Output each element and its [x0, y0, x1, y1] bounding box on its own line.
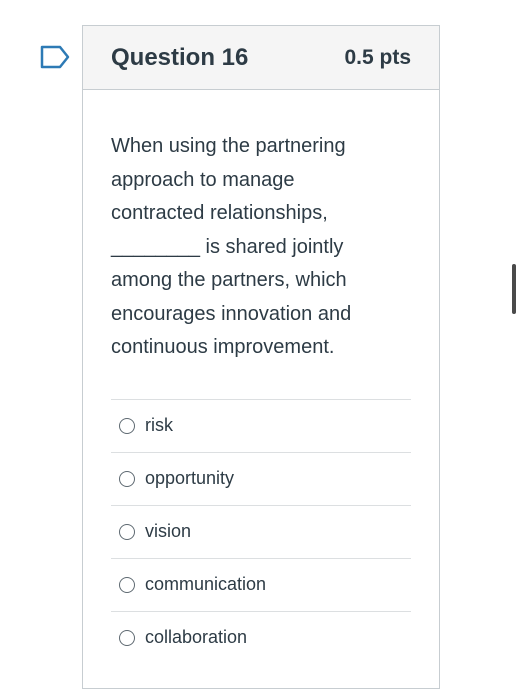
radio-button[interactable] — [119, 576, 135, 593]
radio-button[interactable] — [119, 417, 135, 434]
question-points: 0.5 pts — [344, 45, 411, 69]
answer-option-vision[interactable]: vision — [111, 506, 411, 559]
question-title: Question 16 — [111, 43, 249, 71]
answer-label[interactable]: communication — [145, 574, 266, 595]
radio-button[interactable] — [119, 523, 135, 540]
answer-option-collaboration[interactable]: collaboration — [111, 612, 411, 664]
flag-question-icon[interactable] — [40, 45, 70, 69]
answer-label[interactable]: opportunity — [145, 468, 234, 489]
scrollbar-thumb[interactable] — [512, 264, 516, 314]
answer-option-risk[interactable]: risk — [111, 400, 411, 453]
answer-list: risk opportunity vision communication co… — [111, 398, 411, 664]
answer-label[interactable]: risk — [145, 415, 173, 436]
answer-option-opportunity[interactable]: opportunity — [111, 453, 411, 506]
answer-label[interactable]: collaboration — [145, 627, 247, 648]
question-text: When using the partnering approach to ma… — [111, 135, 352, 358]
radio-button[interactable] — [119, 629, 135, 646]
question-card: Question 16 0.5 pts When using the partn… — [82, 25, 440, 689]
question-header: Question 16 0.5 pts — [83, 26, 439, 90]
answer-option-communication[interactable]: communication — [111, 559, 411, 612]
question-body: When using the partnering approach to ma… — [83, 90, 439, 664]
answer-label[interactable]: vision — [145, 521, 191, 542]
radio-button[interactable] — [119, 470, 135, 487]
